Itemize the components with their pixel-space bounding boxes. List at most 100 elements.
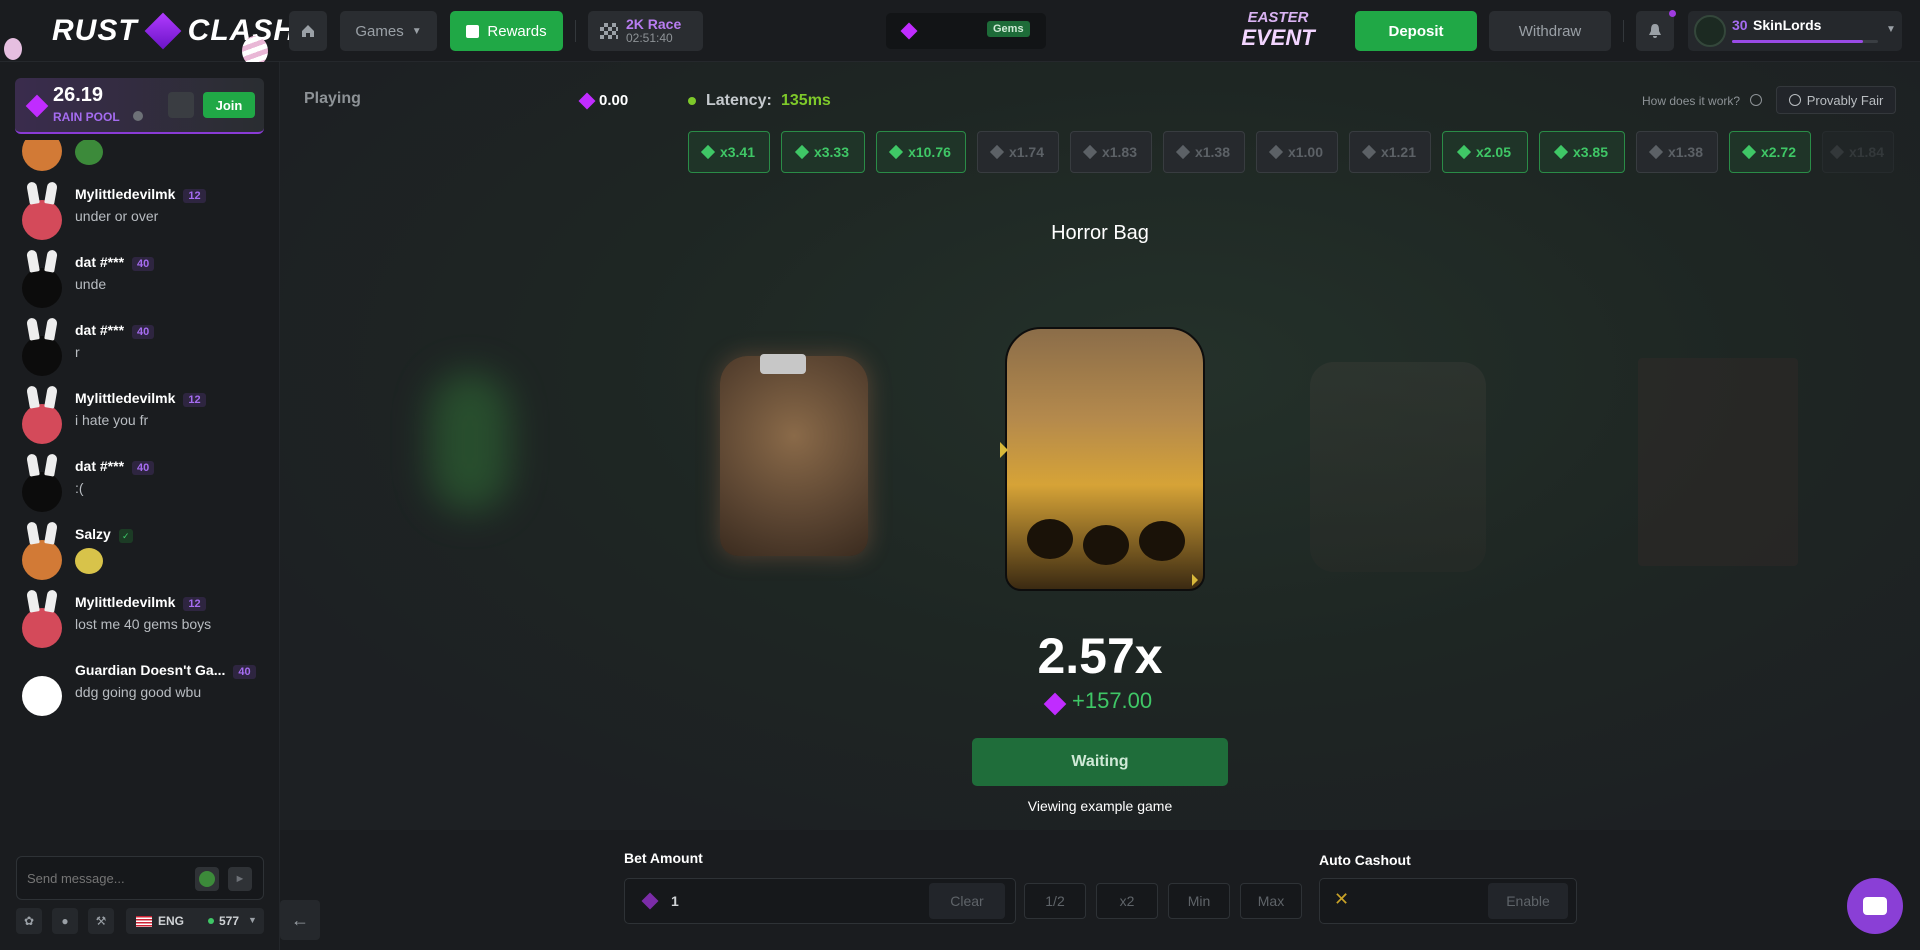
pumpkin-icon bbox=[1139, 521, 1185, 561]
history-multiplier[interactable]: x1.84 bbox=[1822, 131, 1894, 173]
home-button[interactable] bbox=[289, 11, 327, 51]
history-multiplier-value: x2.72 bbox=[1760, 144, 1797, 160]
emoji-icon bbox=[199, 871, 215, 887]
history-multiplier-value: x3.33 bbox=[813, 144, 850, 160]
history-multiplier-value: x3.41 bbox=[719, 144, 756, 160]
logo-text-left: RUST bbox=[52, 14, 138, 47]
chat-bubble-icon bbox=[1863, 897, 1887, 915]
chat-username-text: dat #*** bbox=[75, 322, 125, 338]
easter-event-banner[interactable]: EASTER EVENT bbox=[1224, 8, 1332, 54]
level-badge: 40 bbox=[233, 665, 256, 679]
history-multiplier[interactable]: x1.83 bbox=[1070, 131, 1152, 173]
min-button[interactable]: Min bbox=[1168, 883, 1230, 919]
chat-username-text: Mylittledevilmk bbox=[75, 186, 176, 202]
avatar bbox=[1694, 15, 1726, 47]
history-multiplier[interactable]: x1.38 bbox=[1636, 131, 1718, 173]
pumpkin-icon bbox=[1027, 519, 1073, 559]
history-multiplier[interactable]: x3.33 bbox=[781, 131, 865, 173]
avatar[interactable] bbox=[22, 140, 62, 171]
rewards-label: Rewards bbox=[487, 22, 547, 40]
history-multiplier[interactable]: x10.76 bbox=[876, 131, 966, 173]
twitter-button[interactable]: ✿ bbox=[16, 908, 42, 934]
avatar[interactable] bbox=[22, 521, 62, 580]
join-rain-button[interactable]: Join bbox=[203, 92, 255, 118]
discord-icon: ● bbox=[61, 914, 69, 928]
chat-message: Guardian Doesn't Ga... 40 ddg going good w… bbox=[22, 662, 272, 726]
history-multiplier[interactable]: x1.74 bbox=[977, 131, 1059, 173]
avatar[interactable] bbox=[22, 676, 62, 716]
terms-button[interactable]: ⚒ bbox=[88, 908, 114, 934]
chat-message: Mylittledevilmk 12 i hate you fr bbox=[22, 385, 272, 454]
gems-balance[interactable]: Gems bbox=[886, 13, 1046, 49]
chat-message: dat #*** 40:( bbox=[22, 453, 272, 522]
chat-username[interactable]: Mylittledevilmk 12 bbox=[75, 186, 206, 203]
language-selector[interactable]: ENG 577 ▼ bbox=[126, 908, 264, 934]
rain-amount: 26.19 bbox=[53, 84, 104, 106]
emoji-picker-button[interactable] bbox=[195, 867, 219, 891]
avatar[interactable] bbox=[22, 249, 62, 308]
how-it-works-link[interactable]: How does it work? bbox=[1642, 94, 1740, 108]
half-label: 1/2 bbox=[1045, 893, 1065, 909]
chat-username[interactable]: dat #*** 40 bbox=[75, 322, 155, 339]
avatar[interactable] bbox=[22, 317, 62, 376]
rain-history-button[interactable] bbox=[168, 92, 194, 118]
notifications-button[interactable] bbox=[1636, 11, 1674, 51]
discord-button[interactable]: ● bbox=[52, 908, 78, 934]
chat-message-input[interactable] bbox=[27, 867, 177, 889]
max-button[interactable]: Max bbox=[1240, 883, 1302, 919]
support-chat-button[interactable] bbox=[1847, 878, 1903, 934]
send-button[interactable]: ► bbox=[228, 867, 252, 891]
chat-username[interactable]: Mylittledevilmk 12 bbox=[75, 594, 206, 611]
history-multiplier[interactable]: x2.05 bbox=[1442, 131, 1528, 173]
chat-username[interactable]: dat #*** 40 bbox=[75, 458, 155, 475]
gem-icon bbox=[1456, 144, 1472, 160]
us-flag-icon bbox=[136, 916, 152, 927]
history-multiplier[interactable]: x1.00 bbox=[1256, 131, 1338, 173]
provably-fair-button[interactable]: Provably Fair bbox=[1776, 86, 1896, 114]
gavel-icon: ⚒ bbox=[95, 914, 107, 928]
history-multiplier[interactable]: x1.21 bbox=[1349, 131, 1431, 173]
avatar[interactable] bbox=[22, 181, 62, 240]
chat-username[interactable]: dat #*** 40 bbox=[75, 254, 155, 271]
games-dropdown[interactable]: Games ▼ bbox=[340, 11, 437, 51]
history-multiplier-value: x1.00 bbox=[1287, 144, 1324, 160]
avatar[interactable] bbox=[22, 385, 62, 444]
collapse-sidebar-button[interactable]: ← bbox=[280, 900, 320, 940]
auto-cashout-field[interactable]: ✕ Enable bbox=[1319, 878, 1577, 924]
rewards-button[interactable]: Rewards bbox=[450, 11, 563, 51]
user-menu[interactable]: 30 SkinLords ▼ bbox=[1688, 11, 1902, 51]
half-button[interactable]: 1/2 bbox=[1024, 883, 1086, 919]
gem-icon bbox=[900, 22, 918, 40]
waiting-button[interactable]: Waiting bbox=[972, 738, 1228, 786]
chat-username[interactable]: Mylittledevilmk 12 bbox=[75, 390, 206, 407]
history-multiplier[interactable]: x3.41 bbox=[688, 131, 770, 173]
game-balance: 0.00 bbox=[599, 92, 629, 109]
divider bbox=[1623, 20, 1624, 42]
race-title: 2K Race bbox=[626, 16, 682, 32]
emote-icon bbox=[75, 140, 103, 165]
enable-button[interactable]: Enable bbox=[1488, 883, 1568, 919]
info-icon[interactable] bbox=[133, 111, 143, 121]
history-multiplier[interactable]: x2.72 bbox=[1729, 131, 1811, 173]
bet-amount-input[interactable]: 1 bbox=[671, 893, 679, 909]
chat-username[interactable]: Salzy ✓ bbox=[75, 526, 133, 543]
withdraw-button[interactable]: Withdraw bbox=[1489, 11, 1611, 51]
info-icon[interactable] bbox=[1750, 94, 1762, 106]
double-button[interactable]: x2 bbox=[1096, 883, 1158, 919]
horror-bag-item[interactable] bbox=[1005, 327, 1205, 591]
history-multiplier[interactable]: x3.85 bbox=[1539, 131, 1625, 173]
avatar[interactable] bbox=[22, 453, 62, 512]
gems-tag: Gems bbox=[987, 21, 1030, 37]
deposit-button[interactable]: Deposit bbox=[1355, 11, 1477, 51]
avatar[interactable] bbox=[22, 589, 62, 648]
bet-amount-field: 1 Clear bbox=[624, 878, 1016, 924]
history-multiplier[interactable]: x1.38 bbox=[1163, 131, 1245, 173]
chat-message: Mylittledevilmk 12 under or over bbox=[22, 181, 272, 250]
clear-button[interactable]: Clear bbox=[929, 883, 1005, 919]
chat-username[interactable]: Guardian Doesn't Ga... 40 bbox=[75, 662, 256, 679]
gem-icon bbox=[1043, 692, 1067, 716]
race-button[interactable]: 2K Race 02:51:40 bbox=[588, 11, 703, 51]
chat-message-text: under or over bbox=[75, 208, 159, 224]
tag-icon bbox=[760, 354, 806, 374]
deposit-label: Deposit bbox=[1388, 22, 1444, 40]
